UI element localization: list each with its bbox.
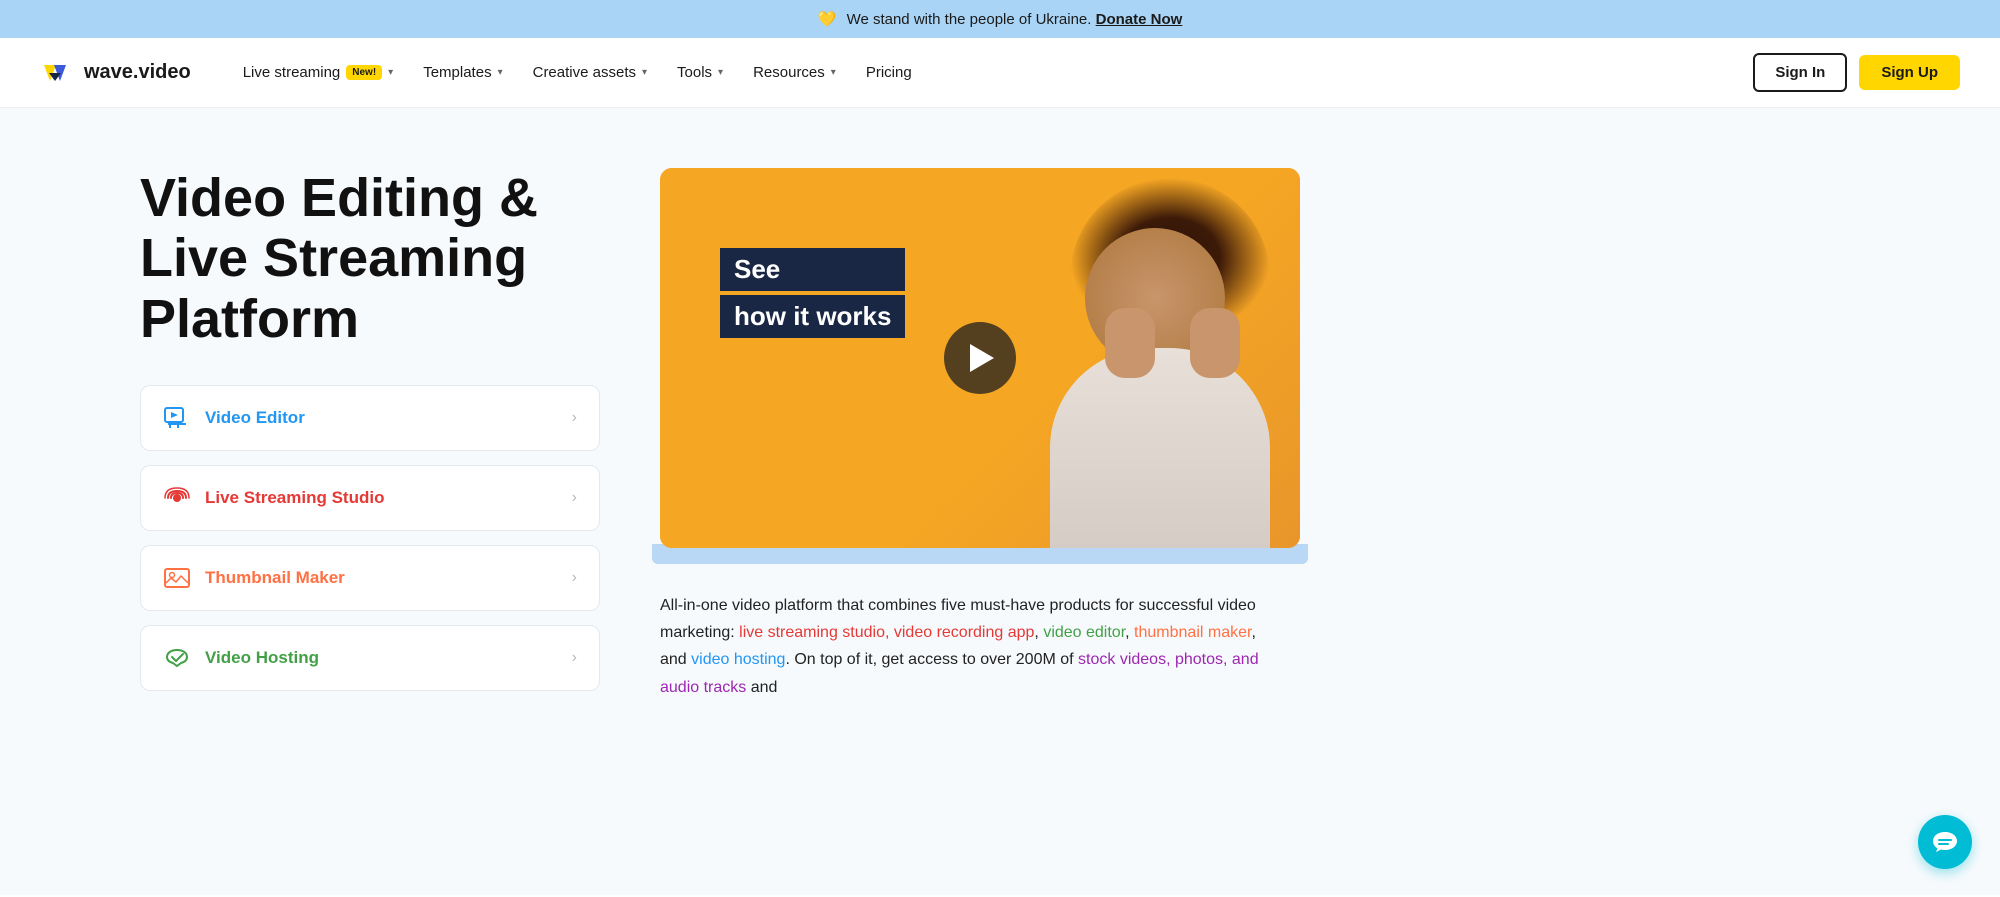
feature-left-thumbnail-maker: Thumbnail Maker [163, 564, 345, 592]
feature-list: Video Editor › Live Streaming Stud [140, 385, 600, 691]
see-how-badge: See how it works [720, 248, 905, 338]
ukraine-banner: 💛 We stand with the people of Ukraine. D… [0, 0, 2000, 38]
feature-left-live-streaming: Live Streaming Studio [163, 484, 384, 512]
nav-chevron-templates: ▾ [498, 67, 503, 78]
live-streaming-icon [163, 484, 191, 512]
right-column: See how it works All-in-one video platfo… [660, 168, 1920, 701]
logo-text: wave.video [84, 61, 191, 84]
nav-chevron-resources: ▾ [831, 67, 836, 78]
banner-emoji: 💛 [818, 11, 837, 28]
logo[interactable]: wave.video [40, 59, 191, 87]
banner-text: We stand with the people of Ukraine. [847, 11, 1092, 28]
main-nav: wave.video Live streaming New! ▾ Templat… [0, 38, 2000, 108]
nav-label-resources: Resources [753, 64, 825, 81]
nav-chevron-live-streaming: ▾ [388, 67, 393, 78]
body-shape [1050, 348, 1270, 548]
feature-label-video-hosting: Video Hosting [205, 648, 319, 668]
video-editor-icon [163, 404, 191, 432]
thumbnail-maker-icon [163, 564, 191, 592]
nav-item-resources[interactable]: Resources ▾ [741, 56, 848, 89]
video-container: See how it works [660, 168, 1300, 548]
feature-chevron-video-hosting: › [572, 649, 577, 667]
feature-item-live-streaming[interactable]: Live Streaming Studio › [140, 465, 600, 531]
hand-right [1105, 308, 1155, 378]
badge-line-1: See [720, 248, 905, 291]
video-bg: See how it works [660, 168, 1300, 548]
feature-item-video-editor[interactable]: Video Editor › [140, 385, 600, 451]
nav-item-pricing[interactable]: Pricing [854, 56, 924, 89]
signin-button[interactable]: Sign In [1753, 53, 1847, 92]
play-button[interactable] [944, 322, 1016, 394]
hand-left [1190, 308, 1240, 378]
donate-link[interactable]: Donate Now [1096, 11, 1183, 28]
video-hosting-icon [163, 644, 191, 672]
nav-links: Live streaming New! ▾ Templates ▾ Creati… [231, 56, 1754, 89]
feature-chevron-thumbnail-maker: › [572, 569, 577, 587]
hero-title: Video Editing & Live Streaming Platform [140, 168, 600, 349]
desc-link-streaming[interactable]: live streaming studio, video recording a… [739, 624, 1034, 641]
description-text: All-in-one video platform that combines … [660, 592, 1280, 701]
nav-chevron-tools: ▾ [718, 67, 723, 78]
desc-end: and [746, 679, 777, 696]
desc-comma2: , [1125, 624, 1134, 641]
video-section: See how it works [660, 168, 1300, 564]
nav-label-templates: Templates [423, 64, 491, 81]
logo-icon [40, 59, 76, 87]
nav-chevron-creative-assets: ▾ [642, 67, 647, 78]
nav-label-creative-assets: Creative assets [533, 64, 636, 81]
desc-outro: . On top of it, get access to over 200M … [785, 651, 1078, 668]
nav-label-tools: Tools [677, 64, 712, 81]
signup-button[interactable]: Sign Up [1859, 55, 1960, 90]
desc-link-hosting[interactable]: video hosting [691, 651, 785, 668]
feature-item-thumbnail-maker[interactable]: Thumbnail Maker › [140, 545, 600, 611]
nav-item-templates[interactable]: Templates ▾ [411, 56, 514, 89]
feature-chevron-video-editor: › [572, 409, 577, 427]
feature-label-live-streaming: Live Streaming Studio [205, 488, 384, 508]
feature-chevron-live-streaming: › [572, 489, 577, 507]
nav-item-creative-assets[interactable]: Creative assets ▾ [521, 56, 659, 89]
desc-link-editor[interactable]: video editor [1043, 624, 1125, 641]
feature-label-video-editor: Video Editor [205, 408, 305, 428]
nav-item-live-streaming[interactable]: Live streaming New! ▾ [231, 56, 405, 89]
badge-line-2: how it works [720, 295, 905, 338]
chat-bubble[interactable] [1918, 815, 1972, 869]
desc-link-thumbnail[interactable]: thumbnail maker [1134, 624, 1251, 641]
desc-comma1: , [1034, 624, 1043, 641]
play-triangle-icon [970, 344, 994, 372]
feature-label-thumbnail-maker: Thumbnail Maker [205, 568, 345, 588]
nav-label-live-streaming: Live streaming [243, 64, 341, 81]
left-column: Video Editing & Live Streaming Platform [140, 168, 600, 691]
main-content: Video Editing & Live Streaming Platform [0, 108, 2000, 895]
chat-icon [1931, 828, 1959, 856]
feature-left-video-editor: Video Editor [163, 404, 305, 432]
nav-label-pricing: Pricing [866, 64, 912, 81]
nav-badge-new: New! [346, 65, 382, 80]
nav-item-tools[interactable]: Tools ▾ [665, 56, 735, 89]
nav-actions: Sign In Sign Up [1753, 53, 1960, 92]
feature-item-video-hosting[interactable]: Video Hosting › [140, 625, 600, 691]
feature-left-video-hosting: Video Hosting [163, 644, 319, 672]
